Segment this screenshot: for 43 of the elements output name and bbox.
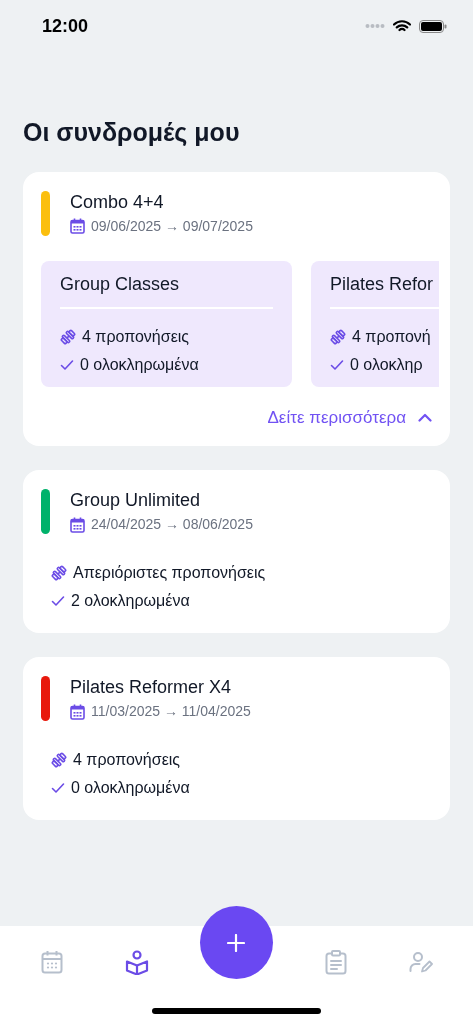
sessions-text: 4 προπονή [352,326,431,347]
subscription-card[interactable]: Pilates Reformer X4 11/03/2025 → 11/04/2025 4 προπονήσεις 0 ολοκληρωμένα [23,657,450,820]
sessions-text: Απεριόριστες προπονήσεις [73,563,266,583]
check-icon [51,782,65,794]
dumbbell-icon [60,328,76,345]
check-icon [51,595,65,607]
completed-text: 0 ολοκληρ [350,354,423,375]
subscription-card[interactable]: Group Unlimited 24/04/2025 → 08/06/2025 Απεριόριστες προπονήσεις 2 ολοκληρωμένα [23,470,450,633]
sessions-text: 4 προπονήσεις [82,326,190,347]
subscription-name: Pilates Reformer X4 [70,676,233,698]
date-range: 11/03/2025 → 11/04/2025 [91,702,251,721]
date-range: 09/06/2025 → 09/07/2025 [91,216,253,236]
dumbbell-icon [51,565,67,581]
dumbbell-icon [51,752,67,768]
check-icon [330,358,344,371]
package-name: Pilates Refor [330,270,439,309]
completed-text: 2 ολοκληρωμένα [71,591,190,611]
calendar-icon [70,516,85,533]
wifi-icon [393,19,411,33]
battery-icon [419,19,447,33]
subscription-name: Group Unlimited [70,489,202,511]
user-edit-icon [408,951,433,973]
package-card[interactable]: Group Classes 4 προπονήσεις 0 ολοκληρωμένα [41,260,292,387]
check-icon [60,358,74,371]
sessions-text: 4 προπονήσεις [73,750,181,770]
date-range: 24/04/2025 → 08/06/2025 [91,515,253,534]
signal-icon [365,23,385,29]
completed-text: 0 ολοκληρωμένα [80,354,199,375]
package-card[interactable]: Pilates Refor 4 προπονή 0 ολοκληρ [311,260,439,387]
page-title: Οι συνδρομές μου [22,117,241,148]
reader-book-icon [125,949,150,975]
calendar-icon [41,950,64,974]
package-name: Group Classes [60,270,273,309]
clipboard-icon [324,949,347,975]
subscription-card[interactable]: Combo 4+4 09/06/2025 → 09/07/2025 Group Classes 4 προπονήσεις 0 ολοκληρωμένα Pilates Refor 4 προπονή 0 ολοκληρ Δείτε περισσότερα [23,171,450,446]
see-more-link[interactable]: Δείτε περισσότερα [267,404,432,430]
status-time: 12:00 [42,14,89,38]
plus-icon [227,933,246,952]
subscription-name: Combo 4+4 [70,190,165,213]
calendar-icon [70,703,85,720]
dumbbell-icon [330,328,346,345]
completed-text: 0 ολοκληρωμένα [71,778,190,798]
calendar-icon [70,218,85,234]
